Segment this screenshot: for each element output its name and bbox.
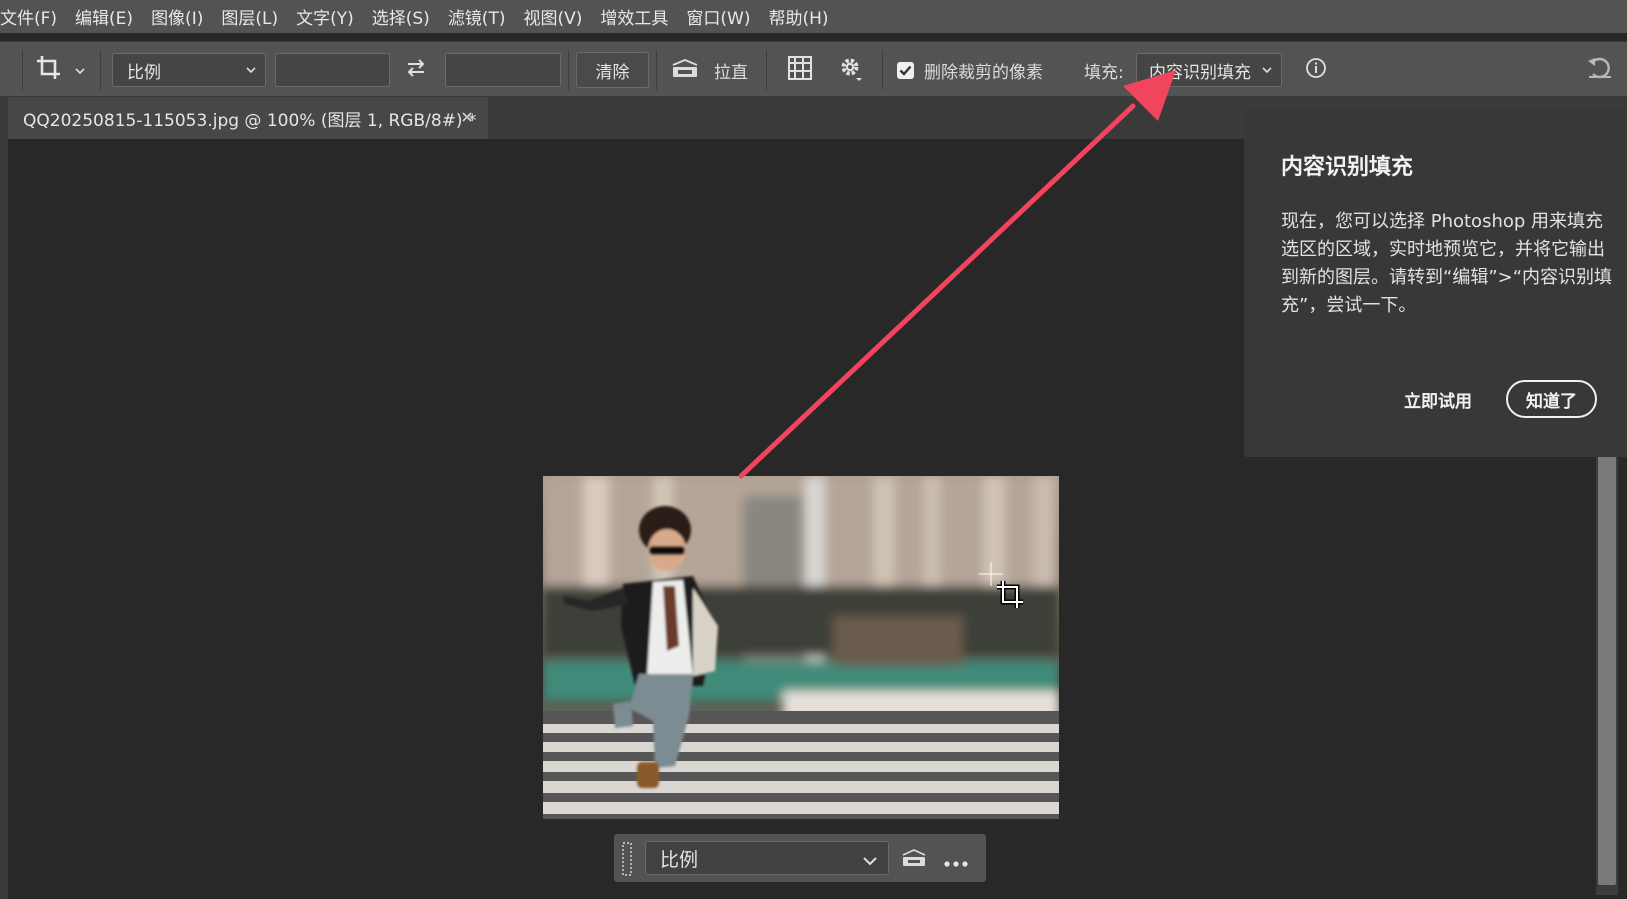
height-input[interactable] xyxy=(445,53,561,87)
chevron-down-icon xyxy=(74,61,86,80)
fill-option: 填充: xyxy=(1084,42,1124,98)
taskbar-ratio-select[interactable]: 比例 xyxy=(645,841,889,875)
menu-bar: 文件(F) 编辑(E) 图像(I) 图层(L) 文字(Y) 选择(S) 滤镜(T… xyxy=(0,0,1627,33)
divider xyxy=(656,50,657,90)
fill-info-button[interactable] xyxy=(1305,42,1327,98)
divider xyxy=(22,50,23,90)
divider xyxy=(568,50,569,90)
menu-file[interactable]: 文件(F) xyxy=(0,4,66,29)
menu-view[interactable]: 视图(V) xyxy=(514,4,591,29)
close-icon[interactable] xyxy=(460,109,474,129)
got-it-button[interactable]: 知道了 xyxy=(1506,380,1597,418)
content-aware-fill-popup: 内容识别填充 现在，您可以选择 Photoshop 用来填充选区的区域，实时地预… xyxy=(1244,109,1627,457)
divider xyxy=(766,50,767,90)
divider xyxy=(100,50,101,90)
level-icon[interactable] xyxy=(901,847,927,873)
chevron-down-icon xyxy=(862,851,878,873)
clear-button[interactable]: 清除 xyxy=(576,52,649,88)
scrollbar-thumb[interactable] xyxy=(1598,455,1616,885)
menu-layer[interactable]: 图层(L) xyxy=(212,4,287,29)
delete-pixels-checkbox[interactable] xyxy=(897,61,914,79)
menu-window[interactable]: 窗口(W) xyxy=(677,4,759,29)
delete-pixels-label: 删除裁剪的像素 xyxy=(924,62,1043,83)
popup-title: 内容识别填充 xyxy=(1281,155,1414,180)
menu-image[interactable]: 图像(I) xyxy=(142,4,212,29)
taskbar-ratio-value: 比例 xyxy=(660,848,699,871)
drag-handle-icon[interactable] xyxy=(622,842,632,880)
swap-button[interactable] xyxy=(404,42,428,98)
menu-type[interactable]: 文字(Y) xyxy=(287,4,363,29)
grid-overlay-icon xyxy=(786,54,814,86)
chevron-down-icon xyxy=(1261,62,1273,83)
chevron-down-icon xyxy=(245,62,257,83)
crop-settings-button[interactable] xyxy=(838,42,864,98)
document-tab-title: QQ20250815-115053.jpg @ 100% (图层 1, RGB/… xyxy=(23,110,477,131)
menu-select[interactable]: 选择(S) xyxy=(363,4,439,29)
delete-cropped-pixels-option[interactable]: 删除裁剪的像素 xyxy=(897,42,1043,98)
info-icon xyxy=(1305,57,1327,83)
menu-edit[interactable]: 编辑(E) xyxy=(66,4,142,29)
divider xyxy=(882,50,883,90)
crop-icon xyxy=(34,53,64,87)
straighten-button[interactable]: 拉直 xyxy=(670,42,748,98)
photo-illustration xyxy=(543,476,1059,819)
document-tab[interactable]: QQ20250815-115053.jpg @ 100% (图层 1, RGB/… xyxy=(8,97,488,139)
width-input[interactable] xyxy=(275,53,390,87)
fill-label: 填充: xyxy=(1084,62,1124,83)
options-bar: 比例 清除 拉直 删除裁剪的像素 填充: 内容识别填充 xyxy=(0,41,1627,97)
ratio-select-value: 比例 xyxy=(127,62,161,83)
level-icon xyxy=(670,56,700,84)
gear-icon xyxy=(838,54,864,86)
try-now-button[interactable]: 立即试用 xyxy=(1404,380,1472,418)
document-image[interactable] xyxy=(543,476,1059,819)
menu-plugins[interactable]: 增效工具 xyxy=(591,4,677,29)
menu-filter[interactable]: 滤镜(T) xyxy=(439,4,515,29)
crop-tool-preset[interactable] xyxy=(34,42,86,98)
contextual-task-bar: 比例 xyxy=(614,834,986,882)
straighten-label: 拉直 xyxy=(714,62,748,83)
undo-icon xyxy=(1586,55,1614,85)
more-icon[interactable] xyxy=(944,853,968,872)
menu-help[interactable]: 帮助(H) xyxy=(759,4,837,29)
fill-select[interactable]: 内容识别填充 xyxy=(1136,53,1282,87)
popup-body: 现在，您可以选择 Photoshop 用来填充选区的区域，实时地预览它，并将它输… xyxy=(1281,211,1613,316)
swap-arrows-icon xyxy=(404,56,428,84)
fill-select-value: 内容识别填充 xyxy=(1149,62,1251,83)
reset-crop-button[interactable] xyxy=(1586,42,1614,98)
overlay-options-button[interactable] xyxy=(786,42,814,98)
ratio-select[interactable]: 比例 xyxy=(112,53,266,87)
panel-edge xyxy=(0,97,8,899)
